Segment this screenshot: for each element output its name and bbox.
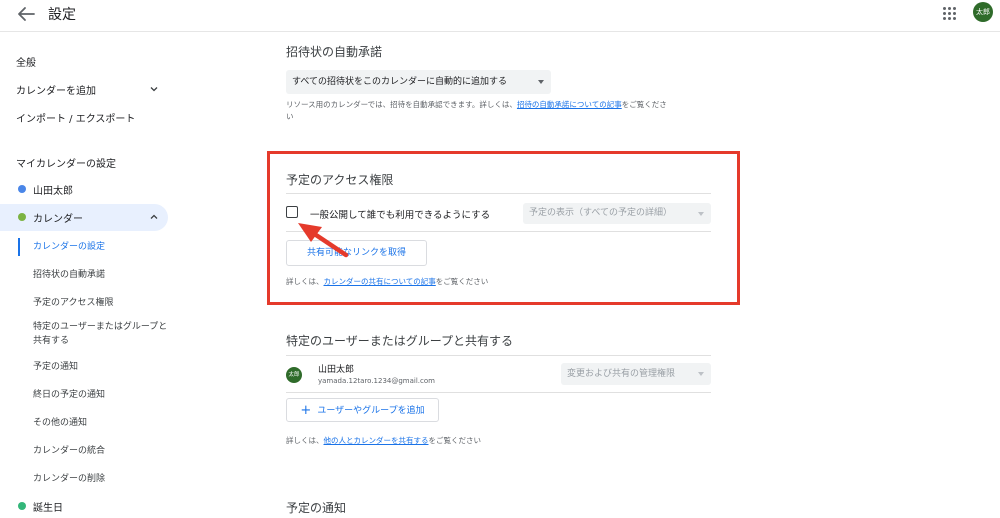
chevron-down-icon[interactable] [149,84,159,94]
sidebar-sub-calendar-settings[interactable]: カレンダーの設定 [33,239,105,252]
sidebar-sub-delete[interactable]: カレンダーの削除 [33,471,105,484]
sidebar-item-general[interactable]: 全般 [16,54,36,69]
sidebar-sub-auto-accept[interactable]: 招待状の自動承諾 [33,267,105,280]
sidebar-sub-integrate[interactable]: カレンダーの統合 [33,443,105,456]
sidebar-sub-event-notifications[interactable]: 予定の通知 [33,359,78,372]
settings-main: 招待状の自動承諾 すべての招待状をこのカレンダーに自動的に追加する リソース用の… [180,33,1000,518]
sidebar-sub-share[interactable]: 特定のユーザーまたはグループと共有する [33,320,173,348]
page-title: 設定 [48,7,76,23]
calendar-color-dot [18,185,26,193]
app-header: 設定 太郎 [0,0,1000,32]
sidebar-sub-access[interactable]: 予定のアクセス権限 [33,295,114,308]
calendar-color-dot [18,502,26,510]
sidebar-calendar-yamada[interactable]: 山田太郎 [33,182,73,197]
sidebar-item-import-export[interactable]: インポート / エクスポート [16,110,135,125]
settings-sidebar: 全般 カレンダーを追加 インポート / エクスポート マイカレンダーの設定 山田… [0,33,180,518]
sidebar-calendar-birthday[interactable]: 誕生日 [33,499,63,514]
apps-grid-icon[interactable] [941,4,959,22]
annotation-arrow-icon [298,223,349,258]
sidebar-calendar-calendar[interactable]: カレンダー [33,210,83,225]
calendar-color-dot [18,213,26,221]
back-arrow-icon[interactable] [14,4,38,24]
sidebar-sub-allday-notifications[interactable]: 終日の予定の通知 [33,387,105,400]
account-avatar[interactable]: 太郎 [973,2,993,22]
active-sub-indicator [18,238,20,256]
sidebar-item-add-calendar[interactable]: カレンダーを追加 [16,82,96,97]
sidebar-sub-other-notifications[interactable]: その他の通知 [33,415,87,428]
chevron-up-icon[interactable] [149,212,159,222]
my-calendars-heading: マイカレンダーの設定 [16,159,116,170]
